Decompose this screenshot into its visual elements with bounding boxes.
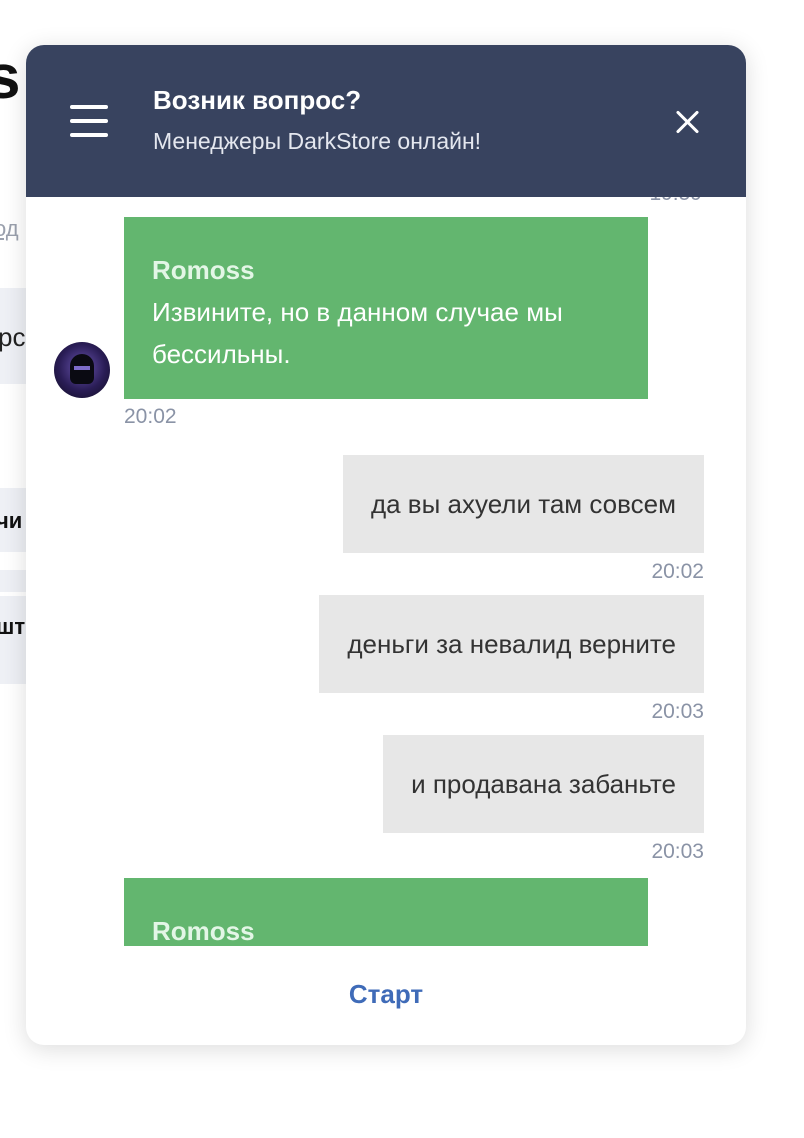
- message-text: и продавана забаньте: [411, 768, 676, 799]
- chat-subtitle: Менеджеры DarkStore онлайн!: [153, 128, 482, 154]
- manager-avatar: [54, 342, 110, 398]
- message-time: 20:03: [651, 700, 704, 723]
- incoming-message: Romoss: [124, 878, 648, 946]
- message-list[interactable]: 19:59 Romoss Извините, но в данном случа…: [26, 197, 746, 946]
- message-time: 20:03: [651, 840, 704, 863]
- close-icon[interactable]: [674, 109, 700, 135]
- bg-row-text: чи: [0, 508, 23, 533]
- message-text: да вы ахуели там совсем: [370, 488, 676, 519]
- hamburger-icon[interactable]: [70, 105, 108, 137]
- chat-widget: Возник вопрос? Менеджеры DarkStore онлай…: [26, 45, 746, 1045]
- bg-logo-fragment: s: [0, 43, 21, 112]
- chat-header: Возник вопрос? Менеджеры DarkStore онлай…: [26, 45, 746, 197]
- message-time-clipped: 19:59: [649, 197, 702, 206]
- chat-title: Возник вопрос?: [153, 85, 362, 115]
- outgoing-message: деньги за невалид верните: [319, 595, 704, 693]
- message-sender: Romoss: [152, 916, 255, 946]
- message-time: 20:02: [651, 560, 704, 583]
- message-time: 20:02: [124, 405, 177, 428]
- start-button[interactable]: Старт: [26, 979, 746, 1010]
- message-text: Извините, но в данном случае мы бессильн…: [152, 297, 563, 369]
- bg-row-text: шт: [0, 614, 26, 639]
- message-sender: Romoss: [152, 255, 255, 285]
- message-text: деньги за невалид верните: [347, 628, 676, 659]
- bg-field-text: pc: [0, 322, 26, 352]
- incoming-message: Romoss Извините, но в данном случае мы б…: [124, 217, 648, 399]
- bg-link-fragment[interactable]: од: [0, 216, 19, 242]
- outgoing-message: и продавана забаньте: [383, 735, 704, 833]
- outgoing-message: да вы ахуели там совсем: [342, 455, 704, 553]
